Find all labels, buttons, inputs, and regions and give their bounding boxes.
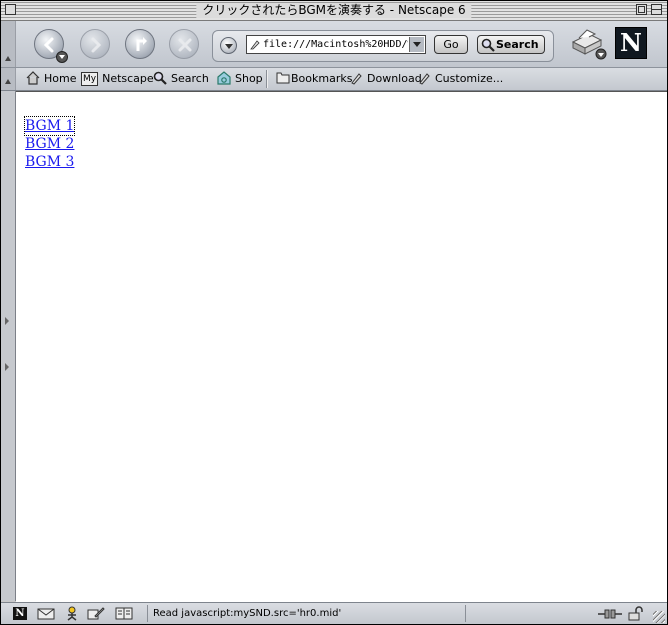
- forward-icon: [91, 37, 102, 53]
- back-icon: [43, 37, 54, 53]
- search-icon: [153, 71, 167, 85]
- status-text: Read javascript:mySND.src='hr0.mid': [147, 605, 465, 622]
- stop-icon: [178, 38, 192, 52]
- stop-button[interactable]: [169, 29, 199, 59]
- search-button-label: Search: [496, 38, 539, 51]
- address-book-icon[interactable]: [115, 606, 133, 621]
- collapse-box[interactable]: [651, 4, 662, 15]
- bgm-link-3[interactable]: BGM 3: [25, 153, 74, 171]
- online-offline-icon[interactable]: [597, 606, 623, 621]
- home-button[interactable]: Home: [26, 71, 76, 87]
- window-title: クリックされたらBGMを演奏する - Netscape 6: [196, 3, 472, 18]
- navigation-toolbar: Go Search N: [1, 21, 667, 68]
- sidebar-open-arrow[interactable]: [5, 363, 9, 371]
- url-field[interactable]: [246, 35, 426, 54]
- url-input[interactable]: [263, 37, 408, 52]
- instant-messenger-icon[interactable]: [63, 606, 81, 621]
- bgm-link-1[interactable]: BGM 1: [23, 116, 76, 136]
- personal-toolbar-grip[interactable]: [1, 68, 16, 90]
- customize-link[interactable]: Customize...: [419, 71, 503, 87]
- link-list: BGM 1 BGM 2 BGM 3: [23, 116, 76, 171]
- customize-label: Customize...: [435, 72, 504, 85]
- url-history-button[interactable]: [220, 37, 237, 54]
- bgm-link-2[interactable]: BGM 2: [25, 135, 74, 153]
- my-netscape-label: Netscape: [102, 72, 154, 85]
- netscape-logo[interactable]: N: [615, 27, 647, 59]
- page-icon: [250, 40, 260, 50]
- download-link[interactable]: Download: [351, 71, 422, 87]
- search-link-label: Search: [171, 72, 209, 85]
- title-bar[interactable]: クリックされたらBGMを演奏する - Netscape 6: [1, 1, 667, 21]
- print-icon[interactable]: [567, 28, 607, 60]
- home-label: Home: [44, 72, 77, 85]
- bookmarks-label: Bookmarks: [291, 72, 353, 85]
- window-resize-grip[interactable]: [653, 611, 665, 623]
- go-button[interactable]: Go: [434, 35, 468, 54]
- forward-button[interactable]: [80, 29, 110, 59]
- progress-area: [465, 605, 590, 622]
- home-icon: [26, 71, 40, 85]
- sidebar-open-arrow[interactable]: [5, 317, 9, 325]
- search-icon: [481, 38, 495, 52]
- navigator-icon[interactable]: N: [13, 607, 27, 620]
- reload-icon: [136, 37, 147, 51]
- sidebar-gutter[interactable]: [1, 91, 16, 601]
- back-button[interactable]: [34, 29, 68, 63]
- navbar-collapse-grip[interactable]: [1, 21, 16, 67]
- close-box[interactable]: [5, 4, 16, 15]
- my-netscape-button[interactable]: My Netscape: [81, 71, 154, 87]
- shop-link[interactable]: Shop: [217, 71, 263, 87]
- reload-button[interactable]: [125, 29, 155, 59]
- shop-icon: [217, 71, 231, 85]
- toolbar-separator: [266, 70, 268, 88]
- my-netscape-icon: My: [81, 72, 99, 86]
- browser-window: クリックされたらBGMを演奏する - Netscape 6 file:///Ma…: [0, 0, 668, 625]
- search-button[interactable]: Search: [477, 35, 545, 54]
- mail-icon[interactable]: [37, 606, 55, 621]
- folder-icon: [276, 72, 290, 84]
- personal-toolbar: Home My Netscape Search Shop Bookmarks D…: [1, 68, 667, 91]
- url-bar-group: Go Search: [212, 30, 554, 62]
- bookmark-page-icon: [351, 73, 362, 85]
- search-link[interactable]: Search: [153, 71, 209, 87]
- zoom-box[interactable]: [636, 4, 647, 15]
- bookmark-page-icon: [419, 73, 430, 85]
- status-bar: N Read javascript:mySND.src='hr0.mid': [1, 602, 667, 624]
- page-content: BGM 1 BGM 2 BGM 3: [16, 91, 667, 602]
- url-dropdown-button[interactable]: [409, 37, 424, 52]
- security-lock-icon[interactable]: [627, 606, 645, 621]
- back-history-dropmark[interactable]: [56, 51, 68, 63]
- composer-icon[interactable]: [87, 606, 105, 621]
- shop-link-label: Shop: [235, 72, 263, 85]
- download-label: Download: [367, 72, 422, 85]
- bookmarks-menu[interactable]: Bookmarks: [276, 71, 352, 87]
